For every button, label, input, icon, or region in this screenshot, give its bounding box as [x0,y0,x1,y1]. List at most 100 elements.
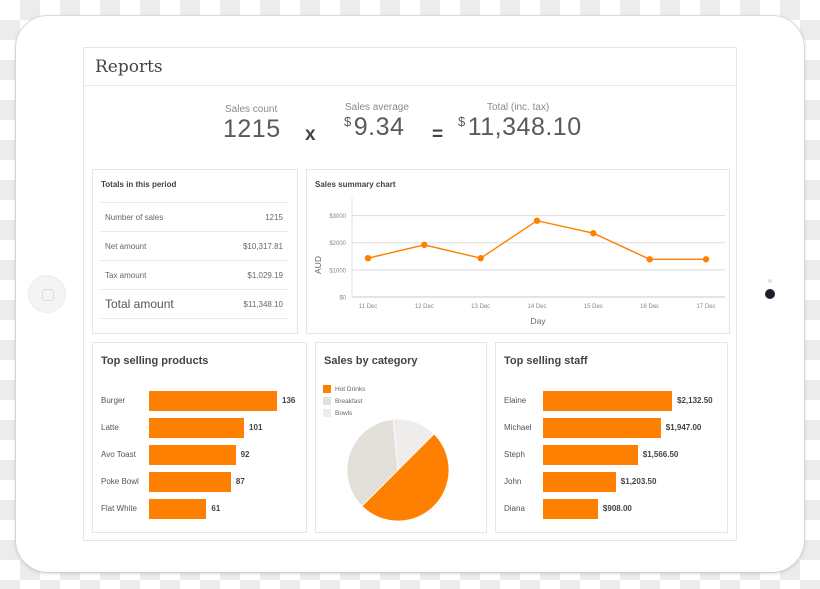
reports-screen: Reports Sales count 1215 x Sales average… [83,47,737,541]
totals-title: Totals in this period [101,180,177,189]
sales-count-value: 1215 [223,115,281,143]
x-tick-label: 15 Dec [584,304,603,310]
data-point[interactable] [364,254,372,262]
bar-row: John $1,203.50 [496,472,727,494]
multiply-sign: x [305,124,316,145]
sales-line [367,219,706,260]
totals-card: Totals in this period Number of sales 12… [92,169,298,334]
bar[interactable] [149,472,231,492]
bar-value-label: 136 [282,396,296,405]
totals-row: Number of sales 1215 [100,202,288,231]
bar-row: Steph $1,566.50 [496,445,727,467]
totals-row-label: Net amount [105,241,147,251]
data-point[interactable] [702,256,710,263]
totals-row: Net amount $10,317.81 [100,231,288,260]
bar-value-label: 101 [249,423,263,432]
bar-category-label: John [504,477,522,486]
bar-category-label: Diana [504,504,525,513]
data-point[interactable] [421,241,428,249]
x-tick-label: 11 Dec [359,304,378,310]
bar-category-label: Elaine [504,396,527,405]
x-axis-label: Day [530,316,546,326]
bar-row: Diana $908.00 [496,499,727,521]
currency-symbol: $ [458,114,466,129]
totals-row-value: 1215 [265,212,283,222]
home-button[interactable] [28,275,66,313]
equals-sign: = [432,124,444,145]
bar[interactable] [149,445,236,465]
home-square-icon [42,289,54,301]
bar[interactable] [543,391,672,411]
total-block: Total (inc. tax) $11,348.10 [458,102,582,142]
top-staff-card: Top selling staff Elaine $2,132.50 Michael… [495,342,728,533]
top-products-card: Top selling products Burger 136 Latte 101 Av… [92,342,307,533]
data-point[interactable] [590,230,597,237]
sales-average-label: Sales average [345,102,409,113]
screen-header: Reports [84,48,736,86]
bar-category-label: Poke Bowl [101,477,139,486]
bar-category-label: Burger [101,396,126,405]
total-label: Total (inc. tax) [487,102,550,113]
y-tick-label: $2000 [329,241,346,247]
bar[interactable] [149,391,277,411]
page-title: Reports [95,56,163,77]
bar[interactable] [149,499,207,519]
y-tick-label: $0 [339,296,346,302]
totals-row-value: $10,317.81 [242,241,283,251]
bar-value-label: $1,203.50 [620,477,657,486]
bar-row: Avo Toast 92 [93,445,306,467]
x-tick-label: 16 Dec [640,304,659,310]
bar-value-label: 87 [235,477,245,486]
line-chart: $0 $1000 $2000 $3000 11 Dec 12 Dec 13 Dec 14 De… [313,198,725,326]
bar[interactable] [149,418,245,438]
bar-row: Poke Bowl 87 [93,472,306,494]
bar-category-label: Avo Toast [101,450,136,459]
y-tick-label: $3000 [329,214,346,220]
bar-category-label: Latte [101,423,119,432]
bar-category-label: Steph [504,450,525,459]
x-tick-label: 13 Dec [471,304,490,310]
bar-row: Michael $1,947.00 [496,418,727,440]
bar-value-label: $1,566.50 [642,450,679,459]
totals-row-label: Tax amount [105,270,147,280]
currency-symbol: $ [344,114,352,129]
sales-average-number: 9.34 [353,113,405,141]
x-tick-label: 17 Dec [696,304,715,310]
bar-value-label: $908.00 [602,504,632,513]
bar-row: Elaine $2,132.50 [496,391,727,413]
totals-row-label: Total amount [105,297,174,311]
sales-count-label: Sales count [225,104,278,115]
bar-category-label: Flat White [101,504,138,513]
totals-row-value: $1,029.19 [247,270,283,280]
bar-row: Latte 101 [93,418,306,440]
bar-category-label: Michael [504,423,532,432]
x-tick-label: 12 Dec [415,304,434,310]
sales-summary-chart-card: Sales summary chart $0 $1000 $2000 $3000 11 … [306,169,730,334]
totals-row-label: Number of sales [105,212,164,222]
bar[interactable] [543,445,638,465]
totals-row-value: $11,348.10 [243,299,283,309]
pie-chart [346,418,450,522]
bar-value-label: 92 [240,450,250,459]
bar[interactable] [543,499,598,519]
y-tick-label: $1000 [329,268,346,274]
sales-by-category-card: Sales by category Hot Drinks Breakfast B… [315,342,487,533]
sales-average-block: Sales average $9.34 [344,102,409,142]
x-tick-label: 14 Dec [527,304,546,310]
bar-value-label: 61 [211,504,221,513]
y-axis-label: AUD [313,256,323,274]
sales-count-block: Sales count 1215 [223,104,281,144]
camera-icon [765,289,775,299]
sensor-dot [768,279,772,283]
top-staff-title: Top selling staff [504,355,588,367]
bar[interactable] [543,472,616,492]
data-point[interactable] [533,217,541,224]
data-point[interactable] [646,256,653,263]
data-point[interactable] [477,254,484,262]
sales-average-value: $9.34 [344,113,409,142]
bar-value-label: $2,132.50 [677,396,713,405]
bar-row: Burger 136 [93,391,306,413]
bar[interactable] [543,418,661,438]
total-value: $11,348.10 [458,113,582,142]
bar-value-label: $1,947.00 [665,423,702,432]
